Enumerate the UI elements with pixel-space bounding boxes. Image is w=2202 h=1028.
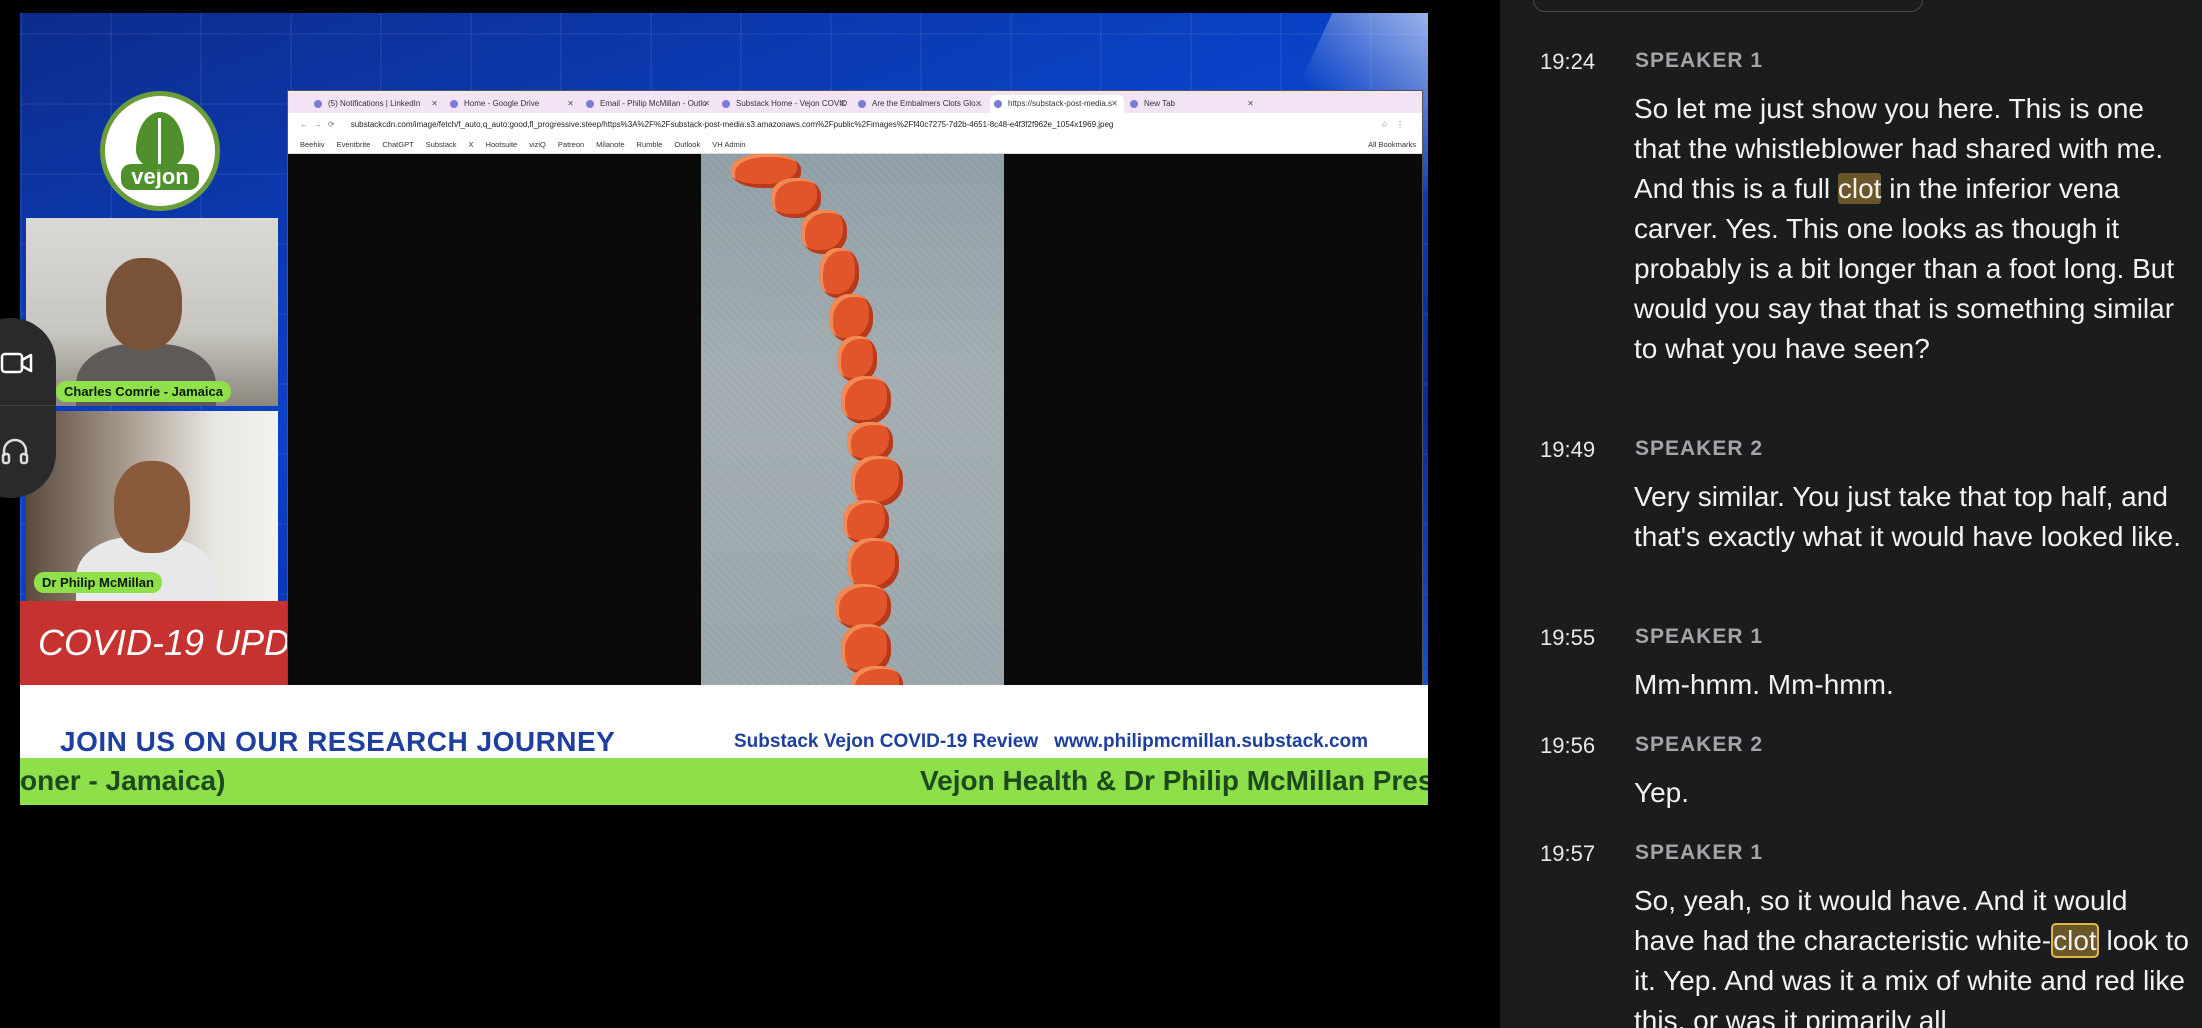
switcher-divider (0, 405, 56, 406)
transcript-text: So let me just show you here. This is on… (1634, 93, 2175, 364)
browser-toolbar-icons: ☆⋮ (1380, 119, 1412, 129)
browser-tab: Home - Google Drive ✕ (446, 95, 580, 113)
bookmark: VH Admin (712, 139, 746, 149)
bookmark: Substack (425, 139, 457, 149)
transcript-text: Mm-hmm. Mm-hmm. (1634, 669, 1894, 700)
media-mode-switcher (0, 318, 56, 498)
leaf-icon (136, 112, 184, 170)
bookmark: X (468, 139, 474, 149)
covid-banner: COVID-19 UPD (20, 601, 288, 685)
speaker-label: SPEAKER 2 (1635, 437, 1764, 460)
vejon-logo: vejon (100, 91, 220, 211)
search-box[interactable] (1533, 0, 1923, 12)
participant-camera-2: Dr Philip McMillan (26, 411, 278, 601)
browser-tab-active: https://substack-post-media.s ✕ (990, 95, 1124, 113)
bookmark: Eventbrite (336, 139, 371, 149)
headphones-icon[interactable] (0, 436, 30, 471)
timestamp[interactable]: 19:56 (1540, 733, 1595, 759)
browser-content (288, 154, 1422, 727)
shared-browser-window: (5) Notifications | LinkedIn ✕ Home - Goo… (287, 90, 1423, 728)
ticker-right: Vejon Health & Dr Philip McMillan Prese (920, 765, 1428, 796)
nav-arrows-icon: ←→⟳ (300, 119, 341, 129)
video-frame[interactable]: vejon Charles Comrie - Jamaica Dr Philip… (20, 13, 1428, 805)
browser-tab: New Tab ✕ (1126, 95, 1260, 113)
active-search-highlight: clot (2051, 923, 2099, 958)
bookmark: Hootsuite (485, 139, 518, 149)
bookmark: Patreon (557, 139, 585, 149)
browser-tab: (5) Notifications | LinkedIn ✕ (310, 95, 444, 113)
substack-url: www.philipmcmillan.substack.com (1054, 731, 1369, 752)
bookmarks-bar: Beehiiv Eventbrite ChatGPT Substack X Ho… (288, 135, 1422, 154)
clot-photo (701, 154, 1004, 726)
substack-text: Substack Vejon COVID-19 Review (734, 731, 1039, 752)
bookmark: ChatGPT (382, 139, 414, 149)
browser-tab: Email - Philip McMillan - Outlo ✕ (582, 95, 716, 113)
transcript-panel[interactable]: 19:24 SPEAKER 1 So let me just show you … (1500, 0, 2202, 1028)
participant-camera-1: Charles Comrie - Jamaica (26, 218, 278, 406)
bookmark: Rumble (636, 139, 663, 149)
join-text: JOIN US ON OUR RESEARCH JOURNEY (60, 726, 616, 757)
browser-address-bar: ←→⟳ substackcdn.com/image/fetch/f_auto,q… (288, 113, 1422, 135)
all-bookmarks: All Bookmarks (1368, 139, 1416, 149)
bookmark: Outlook (674, 139, 701, 149)
timestamp[interactable]: 19:49 (1540, 437, 1595, 463)
speaker-label: SPEAKER 2 (1635, 733, 1764, 756)
browser-tab: Substack Home - Vejon COVID ✕ (718, 95, 852, 113)
bookmark: Milanote (596, 139, 625, 149)
transcript-text: Very similar. You just take that top hal… (1634, 481, 2181, 552)
timestamp[interactable]: 19:24 (1540, 49, 1595, 75)
speaker-label: SPEAKER 1 (1635, 49, 1764, 72)
participant-name-tag: Charles Comrie - Jamaica (56, 381, 231, 402)
transcript-text: Yep. (1634, 777, 1690, 808)
browser-url: substackcdn.com/image/fetch/f_auto,q_aut… (350, 119, 1114, 129)
browser-tab-strip: (5) Notifications | LinkedIn ✕ Home - Goo… (288, 91, 1422, 113)
participant-name-tag: Dr Philip McMillan (34, 572, 162, 593)
bookmark: Beehiiv (300, 139, 325, 149)
substack-line: Substack Vejon COVID-19 Review www.philip… (734, 731, 1368, 753)
transcript-text: So, yeah, so it would have. And it would… (1634, 885, 2189, 1028)
video-camera-icon[interactable] (0, 350, 34, 381)
speaker-label: SPEAKER 1 (1635, 625, 1764, 648)
timestamp[interactable]: 19:55 (1540, 625, 1595, 651)
timestamp[interactable]: 19:57 (1540, 841, 1595, 867)
ticker-left: oner - Jamaica) (20, 765, 226, 796)
search-highlight: clot (1837, 173, 1882, 204)
bookmark: viziQ (529, 139, 546, 149)
browser-tab: Are the Embalmers Clots Glo... ✕ (854, 95, 988, 113)
speaker-label: SPEAKER 1 (1635, 841, 1764, 864)
